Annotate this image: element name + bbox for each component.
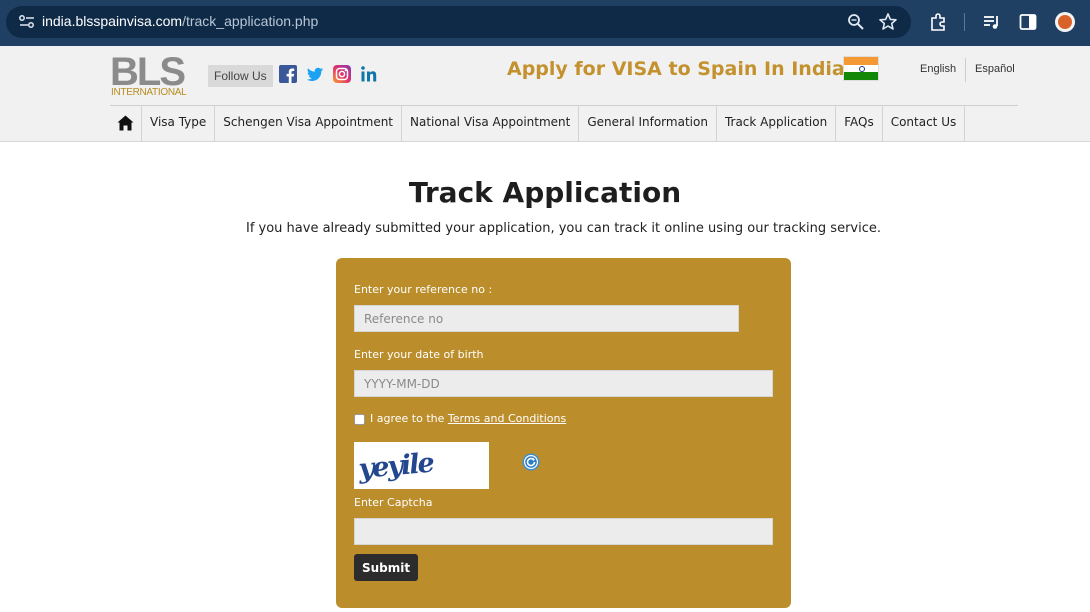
captcha-input[interactable]	[354, 518, 773, 545]
linkedin-icon[interactable]	[360, 65, 378, 83]
twitter-icon[interactable]	[306, 65, 324, 83]
instagram-icon[interactable]	[333, 65, 351, 83]
address-bar[interactable]: india.blsspainvisa.com/track_application…	[6, 6, 911, 38]
reference-label: Enter your reference no :	[354, 283, 493, 296]
site-info-icon[interactable]	[18, 14, 36, 30]
nav-home[interactable]	[110, 106, 142, 142]
captcha-text: yeyile	[356, 448, 435, 486]
nav-track-application[interactable]: Track Application	[717, 106, 837, 142]
follow-us-label: Follow Us	[208, 65, 273, 87]
nav-national-visa-appointment[interactable]: National Visa Appointment	[402, 106, 580, 142]
page-title: Track Application	[408, 176, 682, 209]
side-panel-icon[interactable]	[1018, 12, 1038, 32]
agree-text: I agree to the Terms and Conditions	[370, 412, 566, 425]
captcha-refresh-icon[interactable]	[522, 453, 540, 471]
nav-general-information[interactable]: General Information	[579, 106, 717, 142]
reference-input[interactable]	[354, 305, 739, 332]
nav-visa-type[interactable]: Visa Type	[142, 106, 216, 142]
site-header: BLS INTERNATIONAL Follow Us Apply for VI…	[0, 46, 1090, 142]
url-host: india.blsspainvisa.com	[42, 13, 183, 29]
nav-contact-us[interactable]: Contact Us	[883, 106, 966, 142]
zoom-icon[interactable]	[846, 12, 866, 32]
language-english[interactable]: English	[920, 63, 956, 75]
browser-toolbar: india.blsspainvisa.com/track_application…	[0, 0, 1090, 46]
terms-link[interactable]: Terms and Conditions	[448, 412, 566, 425]
media-controls-icon[interactable]	[982, 12, 1002, 32]
dob-input[interactable]	[354, 370, 773, 397]
dob-label: Enter your date of birth	[354, 348, 484, 361]
bls-logo[interactable]: BLS INTERNATIONAL	[110, 50, 188, 98]
bookmark-star-icon[interactable]	[878, 12, 898, 32]
url-path: /track_application.php	[182, 13, 319, 29]
india-flag-icon	[843, 56, 879, 81]
track-form-panel: Enter your reference no : Enter your dat…	[336, 258, 791, 608]
submit-button[interactable]: Submit	[354, 554, 419, 581]
profile-avatar[interactable]	[1055, 12, 1075, 32]
site-headline: Apply for VISA to Spain In India	[507, 58, 845, 80]
agree-checkbox[interactable]	[354, 414, 365, 425]
logo-subtext: INTERNATIONAL	[111, 87, 187, 98]
captcha-label: Enter Captcha	[354, 496, 433, 509]
url-text[interactable]: india.blsspainvisa.com/track_application…	[42, 13, 318, 29]
language-espanol[interactable]: Español	[975, 63, 1015, 75]
home-icon	[117, 115, 134, 131]
main-nav: Visa Type Schengen Visa Appointment Nati…	[110, 106, 966, 142]
agree-prefix: I agree to the	[370, 412, 445, 425]
page-intro: If you have already submitted your appli…	[245, 221, 881, 236]
language-separator	[965, 58, 966, 82]
toolbar-separator	[964, 13, 965, 31]
captcha-image: yeyile	[354, 442, 489, 489]
facebook-icon[interactable]	[279, 65, 297, 83]
extensions-icon[interactable]	[928, 12, 948, 32]
nav-schengen-visa-appointment[interactable]: Schengen Visa Appointment	[215, 106, 403, 142]
nav-faqs[interactable]: FAQs	[836, 106, 883, 142]
